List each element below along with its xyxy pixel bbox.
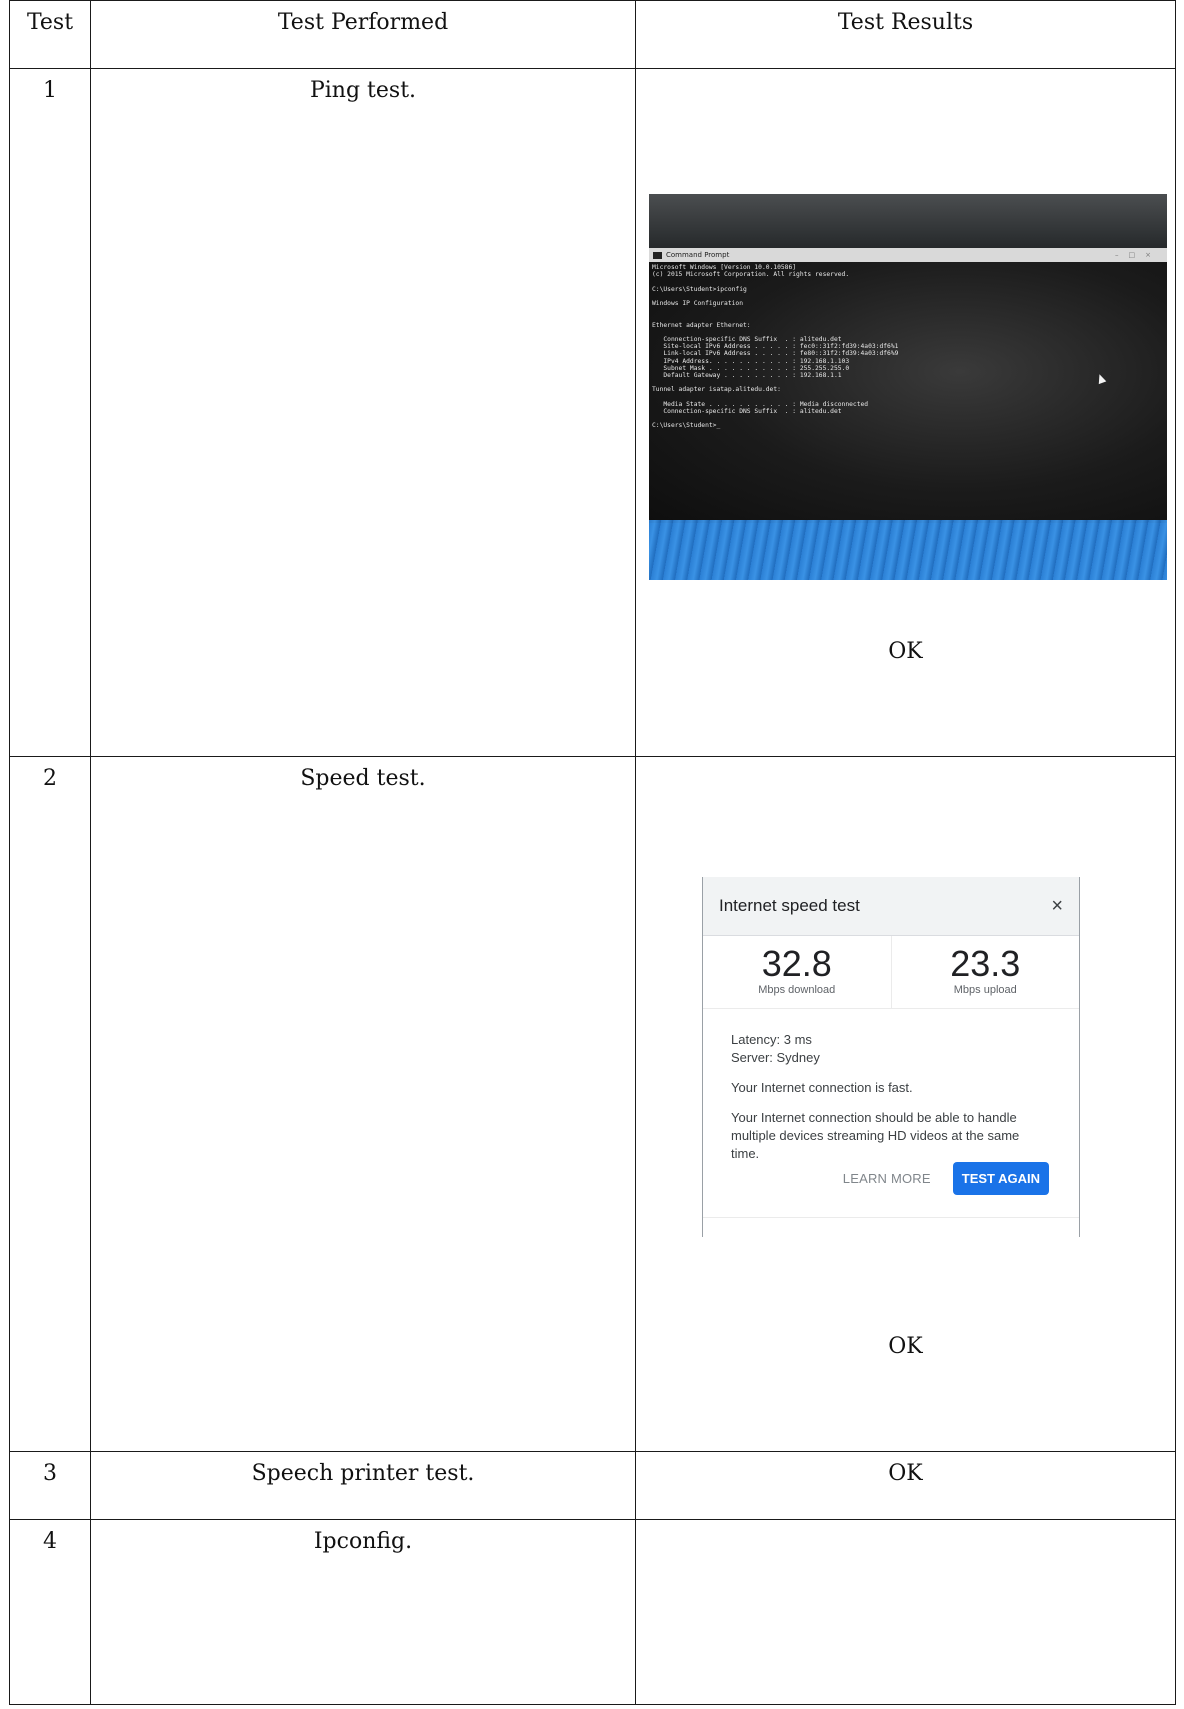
test-number: 4 — [9, 1519, 91, 1705]
result-ok: OK — [888, 639, 923, 664]
test-performed: Speech printer test. — [90, 1451, 636, 1520]
speed-test-title: Internet speed test — [719, 896, 860, 915]
command-output-line: Media State . . . . . . . . . . . : Medi… — [652, 400, 869, 408]
command-output-line: Link-local IPv6 Address . . . . . : fe80… — [652, 350, 899, 358]
test-performed: Ipconfig. — [90, 1519, 636, 1705]
result-ok: OK — [888, 1334, 923, 1359]
download-metric: 32.8 Mbps download — [703, 936, 891, 1008]
verdict-text: Your Internet connection is fast. — [731, 1080, 913, 1095]
latency-text: Latency: 3 ms — [731, 1032, 812, 1047]
table-row: 2 Speed test. Internet speed test × 32.8… — [9, 756, 1176, 1452]
command-output-line: C:\Users\Student>_ — [652, 422, 721, 430]
server-text: Server: Sydney — [731, 1050, 820, 1065]
command-prompt-titlebar: Command Prompt –□× — [649, 248, 1167, 262]
command-output-line: Connection-specific DNS Suffix . : alite… — [652, 336, 842, 344]
test-result: OK — [635, 1451, 1176, 1520]
table-row: 3 Speech printer test. OK — [9, 1451, 1176, 1520]
command-prompt-output: Microsoft Windows [Version 10.0.10586] (c… — [649, 262, 1167, 432]
command-output-line — [652, 379, 1164, 386]
test-again-button[interactable]: TEST AGAIN — [952, 1162, 1049, 1195]
learn-more-link[interactable]: LEARN MORE — [843, 1171, 931, 1186]
command-output-line: Site-local IPv6 Address . . . . . : fec0… — [652, 343, 899, 351]
test-number: 1 — [9, 68, 91, 757]
command-prompt-title: Command Prompt — [666, 251, 730, 259]
command-output-line — [652, 278, 1164, 285]
command-output-line: C:\Users\Student>ipconfig — [652, 285, 747, 293]
command-output-line — [652, 329, 1164, 336]
close-icon[interactable]: × — [1051, 895, 1063, 918]
command-prompt-photo: Command Prompt –□× Microsoft Windows [Ve… — [649, 194, 1167, 580]
table-row: 1 Ping test. Command Prompt –□× Microsof… — [9, 68, 1176, 757]
command-output-line: IPv4 Address. . . . . . . . . . . : 192.… — [652, 357, 850, 365]
test-result: Internet speed test × 32.8 Mbps download… — [635, 756, 1176, 1452]
command-output-line — [652, 415, 1164, 422]
header-test: Test — [9, 0, 91, 69]
command-output-line: Connection-specific DNS Suffix . : alite… — [652, 408, 842, 416]
download-label: Mbps download — [758, 984, 836, 996]
table-row: 4 Ipconfig. — [9, 1519, 1176, 1705]
header-row: Test Test Performed Test Results — [9, 0, 1176, 69]
speed-test-card: Internet speed test × 32.8 Mbps download… — [702, 877, 1080, 1237]
command-output-line — [652, 293, 1164, 300]
test-number: 3 — [9, 1451, 91, 1520]
test-result: Command Prompt –□× Microsoft Windows [Ve… — [635, 68, 1176, 757]
upload-metric: 23.3 Mbps upload — [890, 936, 1080, 1008]
speed-metrics: 32.8 Mbps download 23.3 Mbps upload — [703, 936, 1079, 1009]
window-controls-icon: –□× — [1115, 251, 1161, 259]
monitor-bezel — [649, 194, 1167, 248]
header-test-performed: Test Performed — [90, 0, 636, 69]
description-text: Your Internet connection should be able … — [731, 1110, 1020, 1161]
command-output-line: Windows IP Configuration — [652, 300, 743, 308]
upload-value: 23.3 — [950, 943, 1021, 984]
command-output-line — [652, 394, 1164, 401]
terminal-icon — [653, 251, 662, 259]
command-output-line: (c) 2015 Microsoft Corporation. All righ… — [652, 271, 850, 279]
upload-label: Mbps upload — [953, 984, 1017, 996]
download-value: 32.8 — [761, 943, 832, 984]
command-output-line — [652, 307, 1164, 314]
command-output-line: Ethernet adapter Ethernet: — [652, 321, 751, 329]
header-test-results: Test Results — [635, 0, 1176, 69]
command-prompt-window: Command Prompt –□× Microsoft Windows [Ve… — [649, 248, 1167, 523]
test-result — [635, 1519, 1176, 1705]
test-number: 2 — [9, 756, 91, 1452]
divider — [703, 1217, 1079, 1218]
test-performed: Speed test. — [90, 756, 636, 1452]
command-output-line: Tunnel adapter isatap.alitedu.det: — [652, 386, 781, 394]
command-output-line: Default Gateway . . . . . . . . . : 192.… — [652, 372, 842, 380]
test-performed: Ping test. — [90, 68, 636, 757]
command-output-line: Microsoft Windows [Version 10.0.10586] — [652, 264, 797, 271]
command-output-line — [652, 314, 1164, 321]
speed-test-header: Internet speed test × — [703, 877, 1079, 936]
speed-test-actions: LEARN MORE TEST AGAIN — [843, 1162, 1049, 1195]
command-output-line: Subnet Mask . . . . . . . . . . . : 255.… — [652, 364, 850, 372]
test-results-table: Test Test Performed Test Results 1 Ping … — [9, 0, 1176, 1705]
speed-test-info: Latency: 3 ms Server: Sydney Your Intern… — [703, 1009, 1079, 1163]
desktop-wallpaper — [649, 520, 1167, 580]
